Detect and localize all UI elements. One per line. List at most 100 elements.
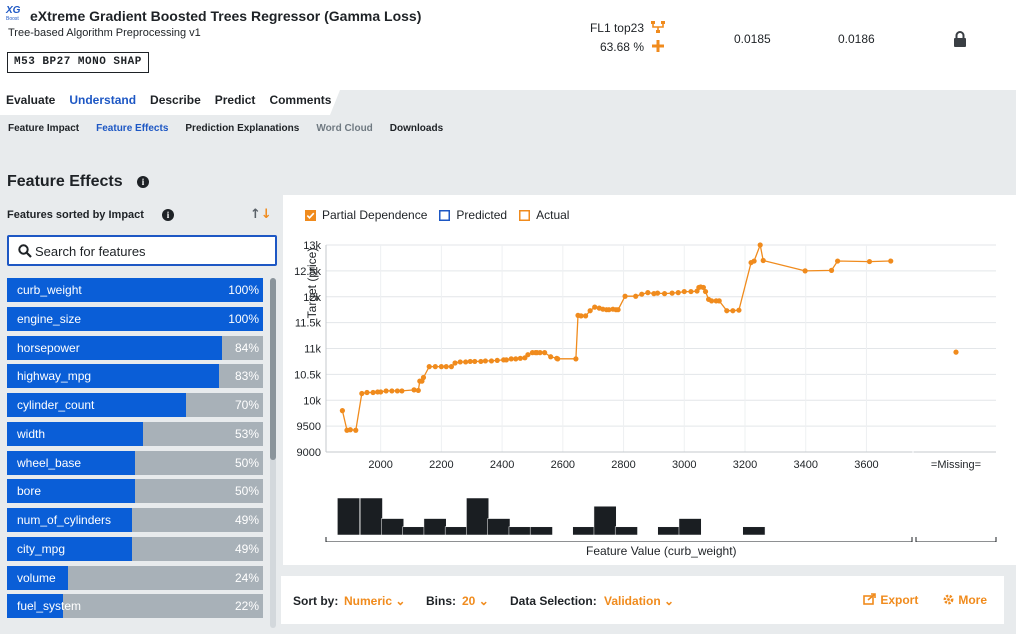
x-tick-label: 3200 — [733, 459, 757, 471]
x-tick-label: 2200 — [429, 459, 453, 471]
data-selection-value: Validation — [604, 594, 661, 608]
feature-row[interactable]: city_mpg 49% — [7, 536, 263, 561]
logo-text: XG — [6, 5, 21, 16]
feature-row[interactable]: fuel_system 22% — [7, 594, 263, 619]
histogram-bar — [423, 518, 447, 536]
feature-name: highway_mpg — [17, 369, 92, 384]
legend-partial-dependence[interactable]: Partial Dependence — [305, 208, 427, 222]
xgboost-logo: XG Boost — [6, 6, 24, 24]
plus-icon[interactable] — [651, 39, 665, 53]
feature-row[interactable]: bore 50% — [7, 479, 263, 504]
partial-dependence-point — [482, 358, 489, 364]
feature-row[interactable]: wheel_base 50% — [7, 450, 263, 475]
feature-row[interactable]: num_of_cylinders 49% — [7, 508, 263, 532]
partial-dependence-point — [548, 354, 554, 360]
partial-dependence-point — [661, 291, 668, 297]
feature-impact-percent: 53% — [234, 426, 259, 441]
partial-dependence-point — [394, 388, 400, 394]
partial-dependence-point — [359, 390, 365, 397]
chevron-down-icon: ⌄ — [664, 594, 675, 608]
partial-dependence-point — [399, 388, 405, 394]
partial-dependence-point — [488, 358, 495, 364]
feature-row[interactable]: engine_size 100% — [7, 306, 263, 331]
feature-row[interactable]: highway_mpg 83% — [7, 364, 263, 389]
export-button[interactable]: Export — [863, 593, 918, 607]
partial-dependence-point — [633, 293, 639, 299]
search-input[interactable] — [35, 242, 271, 260]
feature-row[interactable]: curb_weight 100% — [7, 278, 263, 302]
partial-dependence-point — [592, 304, 598, 310]
sort-value: Numeric — [344, 594, 393, 608]
histogram-bar — [508, 526, 532, 536]
scroll-thumb[interactable] — [270, 278, 276, 460]
y-tick-label: 10k — [303, 395, 321, 407]
partial-dependence-point — [513, 356, 519, 362]
page-title: Feature Effects — [7, 173, 123, 190]
tab-evaluate[interactable]: Evaluate — [6, 93, 55, 107]
info-icon[interactable]: i — [162, 209, 174, 221]
sort-dropdown[interactable]: Numeric ⌄ — [344, 594, 405, 608]
y-tick-label: 11.5k — [295, 318, 322, 330]
partial-dependence-point — [452, 360, 458, 366]
logo-subtext: Boost — [6, 16, 19, 22]
feature-name: num_of_cylinders — [17, 513, 112, 527]
subtab-downloads[interactable]: Downloads — [390, 123, 443, 134]
histogram-bar — [678, 518, 702, 536]
model-tree-icon[interactable] — [650, 19, 666, 35]
sort-label: Sort by: — [293, 594, 339, 608]
arrow-up-icon: ↑ — [250, 207, 261, 222]
partial-dependence-point — [472, 358, 478, 365]
partial-dependence-point — [828, 267, 835, 273]
partial-dependence-point — [364, 389, 370, 396]
histogram-bar — [572, 526, 596, 536]
histogram-bar — [487, 518, 511, 536]
partial-dependence-point — [639, 291, 645, 297]
data-selection-dropdown[interactable]: Validation ⌄ — [604, 594, 674, 608]
x-tick-label: 3400 — [793, 459, 817, 471]
tab-understand[interactable]: Understand — [69, 93, 136, 107]
feature-name: wheel_base — [17, 455, 82, 470]
tab-describe[interactable]: Describe — [150, 93, 201, 107]
partial-dependence-point — [866, 258, 873, 265]
partial-dependence-point — [467, 358, 473, 365]
bins-dropdown[interactable]: 20 ⌄ — [462, 594, 489, 608]
subtab-feature-impact[interactable]: Feature Impact — [8, 123, 79, 134]
partial-dependence-point — [432, 364, 438, 370]
feature-list-scrollbar[interactable] — [270, 278, 276, 628]
feature-row[interactable]: width 53% — [7, 421, 263, 446]
feature-impact-percent: 84% — [234, 340, 259, 355]
x-tick-label: 3000 — [672, 459, 696, 471]
partial-dependence-point — [525, 352, 531, 358]
export-icon — [863, 593, 876, 605]
search-box — [7, 235, 277, 266]
legend-actual[interactable]: Actual — [519, 208, 569, 222]
partial-dependence-point — [645, 290, 651, 296]
partial-dependence-point — [730, 308, 736, 314]
tab-comments[interactable]: Comments — [269, 93, 331, 107]
feature-impact-percent: 100% — [228, 311, 259, 326]
sort-toggle[interactable]: ↑↓ — [250, 207, 272, 222]
histogram-bar — [614, 526, 638, 536]
tab-predict[interactable]: Predict — [215, 93, 256, 107]
subtab-feature-effects[interactable]: Feature Effects — [96, 123, 168, 134]
feature-row[interactable]: volume 24% — [7, 565, 263, 590]
gear-icon — [943, 594, 954, 605]
partial-dependence-point — [675, 290, 681, 296]
x-tick-label: 2000 — [368, 459, 392, 471]
histogram-bar — [402, 526, 426, 536]
legend-predicted[interactable]: Predicted — [439, 208, 507, 222]
feature-row[interactable]: cylinder_count 70% — [7, 393, 263, 417]
partial-dependence-point — [709, 298, 715, 304]
feature-row[interactable]: horsepower 84% — [7, 335, 263, 360]
info-icon[interactable]: i — [137, 176, 149, 188]
more-button[interactable]: More — [942, 593, 987, 607]
subtab-prediction-explanations[interactable]: Prediction Explanations — [185, 123, 299, 134]
missing-range-bracket — [915, 537, 997, 542]
x-tick-label: 3600 — [854, 459, 878, 471]
feature-list: curb_weight 100% engine_size 100% horsepower… — [7, 278, 263, 623]
partial-dependence-point — [443, 364, 449, 370]
feature-name: horsepower — [17, 340, 80, 355]
subtab-word-cloud[interactable]: Word Cloud — [316, 123, 372, 134]
y-tick-label: 10.5k — [294, 369, 321, 381]
checkbox-icon — [439, 209, 451, 221]
